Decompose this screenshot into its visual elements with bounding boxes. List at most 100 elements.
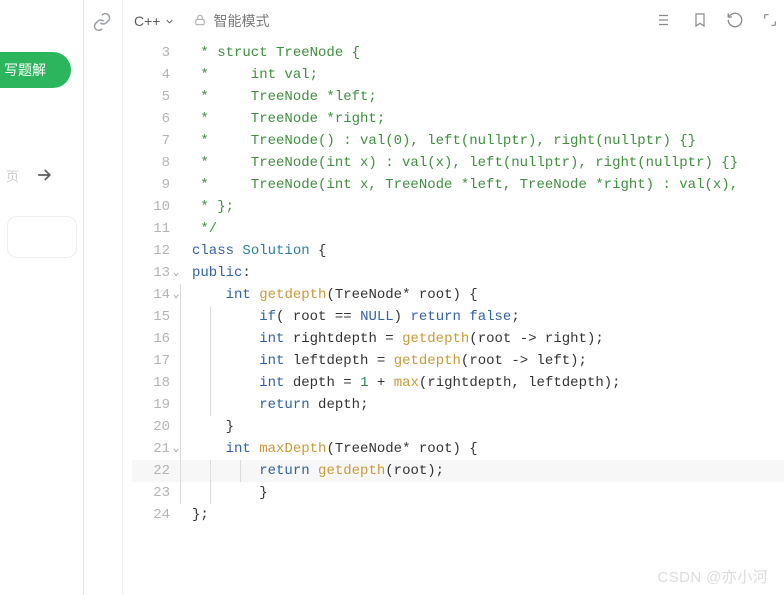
line-number: 20 <box>132 416 180 438</box>
divider <box>122 0 123 595</box>
code-line[interactable]: 8 * TreeNode(int x) : val(x), left(nullp… <box>132 152 784 174</box>
code-content[interactable]: if( root == NULL) return false; <box>180 306 784 328</box>
line-number: 18 <box>132 372 180 394</box>
indent-guide <box>210 328 211 350</box>
line-number: 10 <box>132 196 180 218</box>
chevron-down-icon <box>164 16 175 27</box>
code-content[interactable]: int leftdepth = getdepth(root -> left); <box>180 350 784 372</box>
code-line[interactable]: 4 * int val; <box>132 64 784 86</box>
indent-guide <box>210 394 211 416</box>
code-line[interactable]: 24}; <box>132 504 784 526</box>
code-editor[interactable]: 3 * struct TreeNode {4 * int val;5 * Tre… <box>128 42 784 526</box>
code-line[interactable]: 12class Solution { <box>132 240 784 262</box>
next-arrow-button[interactable] <box>27 158 61 192</box>
code-content[interactable]: int rightdepth = getdepth(root -> right)… <box>180 328 784 350</box>
indent-guide <box>180 482 181 504</box>
line-number: 9 <box>132 174 180 196</box>
code-content[interactable]: * TreeNode(int x, TreeNode *left, TreeNo… <box>180 174 784 196</box>
line-number: 22 <box>132 460 180 482</box>
line-number: 14⌄ <box>132 284 180 306</box>
code-content[interactable]: }; <box>180 504 784 526</box>
code-line[interactable]: 14⌄ int getdepth(TreeNode* root) { <box>132 284 784 306</box>
code-line[interactable]: 3 * struct TreeNode { <box>132 42 784 64</box>
indent-guide <box>180 460 181 482</box>
code-line[interactable]: 22 return getdepth(root); <box>132 460 784 482</box>
code-line[interactable]: 17 int leftdepth = getdepth(root -> left… <box>132 350 784 372</box>
indent-guide <box>180 284 181 306</box>
indent-guide <box>210 350 211 372</box>
line-number: 21⌄ <box>132 438 180 460</box>
code-line[interactable]: 13⌄public: <box>132 262 784 284</box>
indent-guide <box>210 306 211 328</box>
code-content[interactable]: * TreeNode() : val(0), left(nullptr), ri… <box>180 130 784 152</box>
code-content[interactable]: } <box>180 482 784 504</box>
code-line[interactable]: 21⌄ int maxDepth(TreeNode* root) { <box>132 438 784 460</box>
indent-guide <box>210 460 211 482</box>
editor-mode[interactable]: 智能模式 <box>193 11 269 31</box>
code-line[interactable]: 7 * TreeNode() : val(0), left(nullptr), … <box>132 130 784 152</box>
code-content[interactable]: class Solution { <box>180 240 784 262</box>
code-content[interactable]: * }; <box>180 196 784 218</box>
line-number: 5 <box>132 86 180 108</box>
code-content[interactable]: } <box>180 416 784 438</box>
write-solution-button[interactable]: 写题解 <box>0 52 71 88</box>
code-line[interactable]: 16 int rightdepth = getdepth(root -> rig… <box>132 328 784 350</box>
undo-icon[interactable] <box>726 11 744 32</box>
line-number: 23 <box>132 482 180 504</box>
code-line[interactable]: 6 * TreeNode *right; <box>132 108 784 130</box>
watermark: CSDN @亦小河 <box>658 566 769 587</box>
code-content[interactable]: */ <box>180 218 784 240</box>
line-number: 24 <box>132 504 180 526</box>
code-line[interactable]: 23 } <box>132 482 784 504</box>
line-number: 11 <box>132 218 180 240</box>
editor-pane: C++ 智能模式 3 * struct TreeNode {4 * int va… <box>128 0 784 595</box>
line-number: 3 <box>132 42 180 64</box>
line-number: 7 <box>132 130 180 152</box>
code-line[interactable]: 18 int depth = 1 + max(rightdepth, leftd… <box>132 372 784 394</box>
line-number: 13⌄ <box>132 262 180 284</box>
line-number: 4 <box>132 64 180 86</box>
code-content[interactable]: return getdepth(root); <box>180 460 784 482</box>
line-number: 15 <box>132 306 180 328</box>
code-line[interactable]: 20 } <box>132 416 784 438</box>
code-line[interactable]: 11 */ <box>132 218 784 240</box>
line-number: 12 <box>132 240 180 262</box>
indent-guide <box>180 394 181 416</box>
left-sidebar: 写题解 页 <box>0 0 84 595</box>
code-line[interactable]: 5 * TreeNode *left; <box>132 86 784 108</box>
lock-icon <box>193 13 207 30</box>
code-line[interactable]: 19 return depth; <box>132 394 784 416</box>
code-content[interactable]: return depth; <box>180 394 784 416</box>
sidebar-card[interactable] <box>7 216 77 258</box>
list-icon[interactable] <box>656 11 674 32</box>
code-content[interactable]: int maxDepth(TreeNode* root) { <box>180 438 784 460</box>
line-number: 8 <box>132 152 180 174</box>
line-number: 16 <box>132 328 180 350</box>
code-content[interactable]: int getdepth(TreeNode* root) { <box>180 284 784 306</box>
code-content[interactable]: * TreeNode *right; <box>180 108 784 130</box>
link-icon[interactable] <box>92 12 112 37</box>
indent-guide <box>180 328 181 350</box>
code-line[interactable]: 9 * TreeNode(int x, TreeNode *left, Tree… <box>132 174 784 196</box>
indent-guide <box>180 416 181 438</box>
code-line[interactable]: 10 * }; <box>132 196 784 218</box>
code-content[interactable]: * TreeNode(int x) : val(x), left(nullptr… <box>180 152 784 174</box>
indent-guide <box>240 460 241 482</box>
code-content[interactable]: * TreeNode *left; <box>180 86 784 108</box>
code-line[interactable]: 15 if( root == NULL) return false; <box>132 306 784 328</box>
code-content[interactable]: int depth = 1 + max(rightdepth, leftdept… <box>180 372 784 394</box>
indent-guide <box>180 350 181 372</box>
mode-label: 智能模式 <box>213 11 269 31</box>
code-content[interactable]: public: <box>180 262 784 284</box>
indent-guide <box>210 482 211 504</box>
line-number: 19 <box>132 394 180 416</box>
language-select[interactable]: C++ <box>134 13 175 29</box>
fullscreen-icon[interactable] <box>762 12 778 31</box>
indent-guide <box>210 372 211 394</box>
line-number: 17 <box>132 350 180 372</box>
page-indicator: 页 <box>6 166 19 185</box>
indent-guide <box>180 306 181 328</box>
bookmark-icon[interactable] <box>692 12 708 31</box>
code-content[interactable]: * int val; <box>180 64 784 86</box>
code-content[interactable]: * struct TreeNode { <box>180 42 784 64</box>
